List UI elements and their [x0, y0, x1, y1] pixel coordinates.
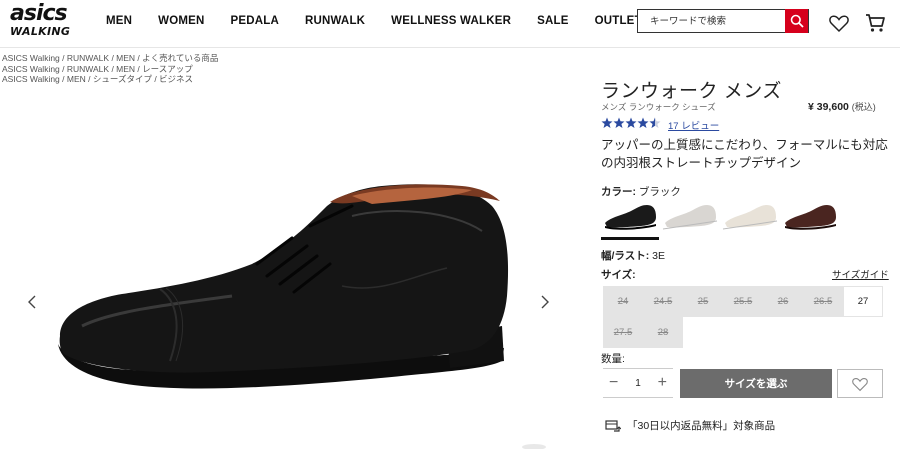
breadcrumb-link[interactable]: / RUNWALK [60, 53, 109, 63]
size-guide-link[interactable]: サイズガイド [832, 267, 889, 281]
breadcrumb-link[interactable]: / レースアップ [135, 64, 192, 74]
logo-sub-text: WALKING [10, 25, 71, 38]
heart-icon[interactable] [828, 12, 850, 34]
size-grid: 24 24.5 25 25.5 26 26.5 27 27.5 28 [603, 286, 883, 348]
breadcrumb-link[interactable]: / MEN [109, 53, 135, 63]
size-option[interactable]: 28 [643, 317, 683, 348]
asics-walking-logo[interactable]: asics WALKING [10, 1, 76, 42]
nav-item-outlet[interactable]: OUTLET [595, 15, 642, 27]
size-option[interactable]: 26 [763, 286, 803, 317]
color-label-title: カラー: [601, 186, 636, 198]
product-price: ¥ 39,600 (税込) [808, 100, 876, 113]
chevron-left-icon[interactable] [26, 292, 40, 312]
favorite-button[interactable] [837, 369, 883, 398]
size-option[interactable]: 24 [603, 286, 643, 317]
site-header: asics WALKING MEN WOMEN PEDALA RUNWALK W… [0, 0, 900, 48]
nav-item-pedala[interactable]: PEDALA [231, 15, 279, 27]
carousel-indicator[interactable] [522, 444, 546, 449]
breadcrumb-link[interactable]: / MEN [60, 74, 86, 84]
breadcrumb-link[interactable]: ASICS Walking [2, 53, 60, 63]
breadcrumb-link[interactable]: / ビジネス [152, 74, 193, 84]
breadcrumb-link[interactable]: ASICS Walking [2, 64, 60, 74]
breadcrumb-row: ASICS Walking / RUNWALK / MEN / レースアップ [2, 64, 218, 75]
nav-item-women[interactable]: WOMEN [158, 15, 204, 27]
breadcrumb-link[interactable]: / RUNWALK [60, 64, 109, 74]
price-value: ¥ 39,600 [808, 101, 849, 113]
size-option[interactable]: 24.5 [643, 286, 683, 317]
width-value: 3E [652, 250, 665, 262]
product-subtitle: メンズ ランウォーク シューズ [601, 102, 716, 112]
search-icon [790, 14, 804, 28]
width-label: 幅/ラスト: 3E [601, 248, 665, 263]
cart-icon[interactable] [864, 12, 886, 34]
size-option[interactable]: 25 [683, 286, 723, 317]
product-description: アッパーの上質感にこだわり、フォーマルにも対応の内羽根ストレートチップデザイン [601, 138, 888, 170]
size-option[interactable]: 27 [843, 286, 883, 317]
breadcrumbs: ASICS Walking / RUNWALK / MEN / よく売れている商… [2, 53, 218, 85]
search-box [637, 9, 809, 33]
nav-item-sale[interactable]: SALE [537, 15, 568, 27]
color-value: ブラック [638, 186, 681, 198]
width-label-title: 幅/ラスト: [601, 250, 650, 262]
color-swatches [601, 199, 841, 235]
swatch-beige[interactable] [721, 199, 779, 235]
review-link[interactable]: 17 レビュー [668, 118, 719, 132]
quantity-stepper: − 1 + [603, 368, 673, 398]
nav-item-men[interactable]: MEN [106, 15, 132, 27]
quantity-label: 数量: [601, 353, 625, 365]
breadcrumb-link[interactable]: ASICS Walking [2, 74, 60, 84]
return-policy-text: 「30日以内返品無料」対象商品 [627, 420, 776, 432]
swatch-light-gray[interactable] [661, 199, 719, 235]
return-policy-note: 「30日以内返品無料」対象商品 [605, 418, 775, 433]
size-option[interactable]: 27.5 [603, 317, 643, 348]
swatch-black[interactable] [601, 199, 659, 235]
nav-item-runwalk[interactable]: RUNWALK [305, 15, 365, 27]
star-rating-icon [601, 117, 661, 128]
product-title: ランウォーク メンズ [601, 81, 782, 102]
main-nav: MEN WOMEN PEDALA RUNWALK WELLNESS WALKER… [106, 15, 668, 27]
breadcrumb-link[interactable]: / シューズタイプ [86, 74, 152, 84]
breadcrumb-row: ASICS Walking / RUNWALK / MEN / よく売れている商… [2, 53, 218, 64]
quantity-minus-button[interactable]: − [609, 375, 618, 391]
rating-stars [601, 117, 663, 129]
price-tax-note: (税込) [851, 102, 876, 112]
size-option[interactable]: 26.5 [803, 286, 843, 317]
size-option[interactable]: 25.5 [723, 286, 763, 317]
quantity-plus-button[interactable]: + [658, 375, 667, 391]
nav-item-wellness-walker[interactable]: WELLNESS WALKER [391, 15, 511, 27]
selected-swatch-indicator [601, 237, 659, 240]
breadcrumb-link[interactable]: / MEN [109, 64, 135, 74]
search-button[interactable] [785, 9, 808, 33]
chevron-right-icon[interactable] [537, 292, 551, 312]
product-image-shoe [58, 184, 509, 389]
heart-icon [852, 377, 868, 391]
select-size-button[interactable]: サイズを選ぶ [680, 369, 832, 398]
quantity-value[interactable]: 1 [635, 378, 641, 389]
size-label: サイズ: [601, 269, 636, 281]
color-label: カラー: ブラック [601, 184, 681, 199]
return-box-icon [605, 419, 621, 432]
breadcrumb-link[interactable]: / よく売れている商品 [135, 53, 218, 63]
search-input[interactable] [638, 10, 786, 32]
swatch-brown[interactable] [781, 199, 839, 235]
logo-main-text: asics [10, 1, 68, 26]
breadcrumb-row: ASICS Walking / MEN / シューズタイプ / ビジネス [2, 74, 218, 85]
